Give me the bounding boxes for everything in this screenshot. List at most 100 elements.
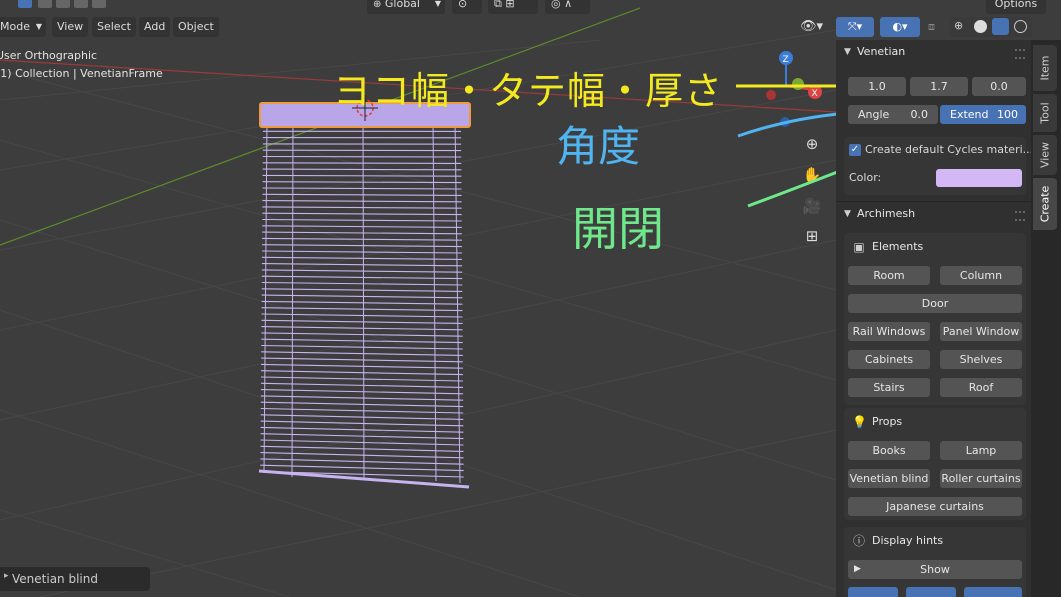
tab-create[interactable]: Create [1033, 178, 1057, 230]
blind-slat [262, 225, 462, 228]
pivot-point-dropdown[interactable]: ⊙ [452, 0, 482, 14]
japanese-curtains-button[interactable]: Japanese curtains [848, 497, 1022, 516]
panel-window-button[interactable]: Panel Window [940, 322, 1022, 341]
create-material-checkbox[interactable]: ✓ [849, 144, 861, 156]
blind-slat [261, 370, 463, 376]
drag-grip-icon[interactable] [1015, 49, 1025, 59]
select-box-icon[interactable] [18, 0, 32, 8]
blind-slat [261, 326, 463, 331]
hint-option-button[interactable] [906, 587, 956, 597]
collection-info: (1) Collection | VenetianFrame [0, 67, 163, 80]
color-swatch[interactable] [936, 169, 1022, 187]
wireframe-shading-icon[interactable]: ⊕ [954, 19, 963, 32]
width-field[interactable]: 1.0 [848, 77, 906, 96]
column-button[interactable]: Column [940, 266, 1022, 285]
tab-view[interactable]: View [1033, 135, 1057, 175]
blind-slat [261, 263, 463, 267]
chevron-down-icon: ▼ [434, 0, 441, 8]
lamp-button[interactable]: Lamp [940, 441, 1022, 460]
menu-view[interactable]: View [52, 17, 89, 37]
navigation-gizmo[interactable]: Z X [752, 48, 832, 128]
depth-field[interactable]: 0.0 [972, 77, 1026, 96]
hints-title: Display hints [872, 534, 944, 547]
stairs-button[interactable]: Stairs [848, 378, 930, 397]
material-shading-icon[interactable] [992, 18, 1009, 35]
blind-slat [261, 250, 463, 254]
tab-item[interactable]: Item [1033, 45, 1057, 91]
venetian-panel-header[interactable]: ▼ Venetian [836, 40, 1031, 64]
view-name: User Orthographic [0, 49, 98, 62]
room-button[interactable]: Room [848, 266, 930, 285]
shelves-button[interactable]: Shelves [940, 350, 1022, 369]
pivot-icon: ⊙ [458, 0, 468, 10]
show-hints-button[interactable]: ▶ Show [848, 560, 1022, 579]
height-field[interactable]: 1.7 [910, 77, 968, 96]
solid-shading-icon[interactable] [974, 20, 987, 33]
gizmo-toggle-icon[interactable]: ⤧▾ [836, 17, 874, 37]
rendered-shading-icon[interactable] [1014, 20, 1027, 33]
perspective-grid-icon[interactable]: ⊞ [800, 224, 824, 248]
select-invert-icon[interactable] [74, 0, 88, 8]
mode-dropdown[interactable]: Mode ▼ [0, 17, 46, 37]
roof-button[interactable]: Roof [940, 378, 1022, 397]
blind-slat [261, 313, 463, 318]
xray-toggle-icon[interactable]: ⧈ [928, 17, 946, 37]
drag-grip-icon[interactable] [1015, 211, 1025, 221]
venetian-blind-object[interactable] [255, 95, 475, 495]
visibility-eye-icon[interactable]: 👁▾ [800, 17, 828, 37]
blind-slat [262, 218, 462, 222]
angle-value: 0.0 [910, 108, 929, 121]
options-dropdown[interactable]: Options [986, 0, 1046, 14]
annotation-angle: 角度 [556, 122, 641, 171]
zoom-icon[interactable]: ⊕ [800, 132, 824, 156]
blind-slat [261, 338, 463, 344]
operator-panel-title: Venetian blind [12, 572, 98, 586]
question-circle-icon: ⓘ [852, 534, 865, 548]
rail-windows-button[interactable]: Rail Windows [848, 322, 930, 341]
tab-tool[interactable]: Tool [1033, 94, 1057, 132]
select-intersect-icon[interactable] [92, 0, 106, 8]
blind-slat [261, 288, 463, 292]
cabinets-button[interactable]: Cabinets [848, 350, 930, 369]
extend-field[interactable]: Extend 100 [940, 105, 1026, 124]
menu-object[interactable]: Object [173, 17, 219, 37]
hint-option-button[interactable] [848, 587, 898, 597]
blind-slat [262, 231, 462, 235]
snap-dropdown[interactable]: ⧉ ⊞ [488, 0, 538, 14]
blind-slat [261, 269, 463, 273]
material-box: ✓ Create default Cycles materi... Color: [844, 137, 1033, 195]
operator-panel[interactable]: ▸ Venetian blind [0, 567, 150, 591]
proportional-edit-dropdown[interactable]: ◎ ∧ [545, 0, 590, 14]
blind-slat [262, 206, 462, 209]
shading-mode-group: ⊕ [950, 17, 1032, 37]
blind-slat [261, 319, 463, 324]
lightbulb-icon: 💡 [852, 415, 867, 429]
blind-slat [261, 307, 463, 312]
menu-select[interactable]: Select [92, 17, 136, 37]
sidebar-panel: ▼ Venetian 1.0 1.7 0.0 Angle 0.0 Extend … [836, 40, 1033, 597]
angle-field[interactable]: Angle 0.0 [848, 105, 938, 124]
menu-add[interactable]: Add [139, 17, 171, 37]
archimesh-panel-header[interactable]: ▼ Archimesh [836, 201, 1031, 226]
pan-hand-icon[interactable]: ✋ [800, 163, 824, 187]
select-extend-icon[interactable] [38, 0, 52, 8]
blind-slat [261, 281, 463, 286]
blind-slat [260, 414, 464, 420]
venetian-blind-button[interactable]: Venetian blind [848, 469, 930, 488]
blind-slat [261, 351, 463, 356]
annotation-open-close: 開閉 [572, 202, 664, 256]
overlays-toggle-icon[interactable]: ◐▾ [880, 17, 920, 37]
roller-curtains-button[interactable]: Roller curtains [940, 469, 1022, 488]
select-subtract-icon[interactable] [56, 0, 70, 8]
hint-option-button[interactable] [964, 587, 1022, 597]
books-button[interactable]: Books [848, 441, 930, 460]
blind-slat [261, 344, 463, 350]
blind-slat [260, 389, 464, 395]
sidebar-tabs: Item Tool View Create [1031, 40, 1061, 597]
props-title: Props [872, 415, 903, 428]
blind-slat [261, 275, 463, 280]
door-button[interactable]: Door [848, 294, 1022, 313]
proportional-edit-icon: ◎ ∧ [551, 0, 573, 10]
camera-icon[interactable]: 🎥 [800, 194, 824, 218]
transform-orientation-dropdown[interactable]: ⊕ Global ▼ [367, 0, 445, 14]
